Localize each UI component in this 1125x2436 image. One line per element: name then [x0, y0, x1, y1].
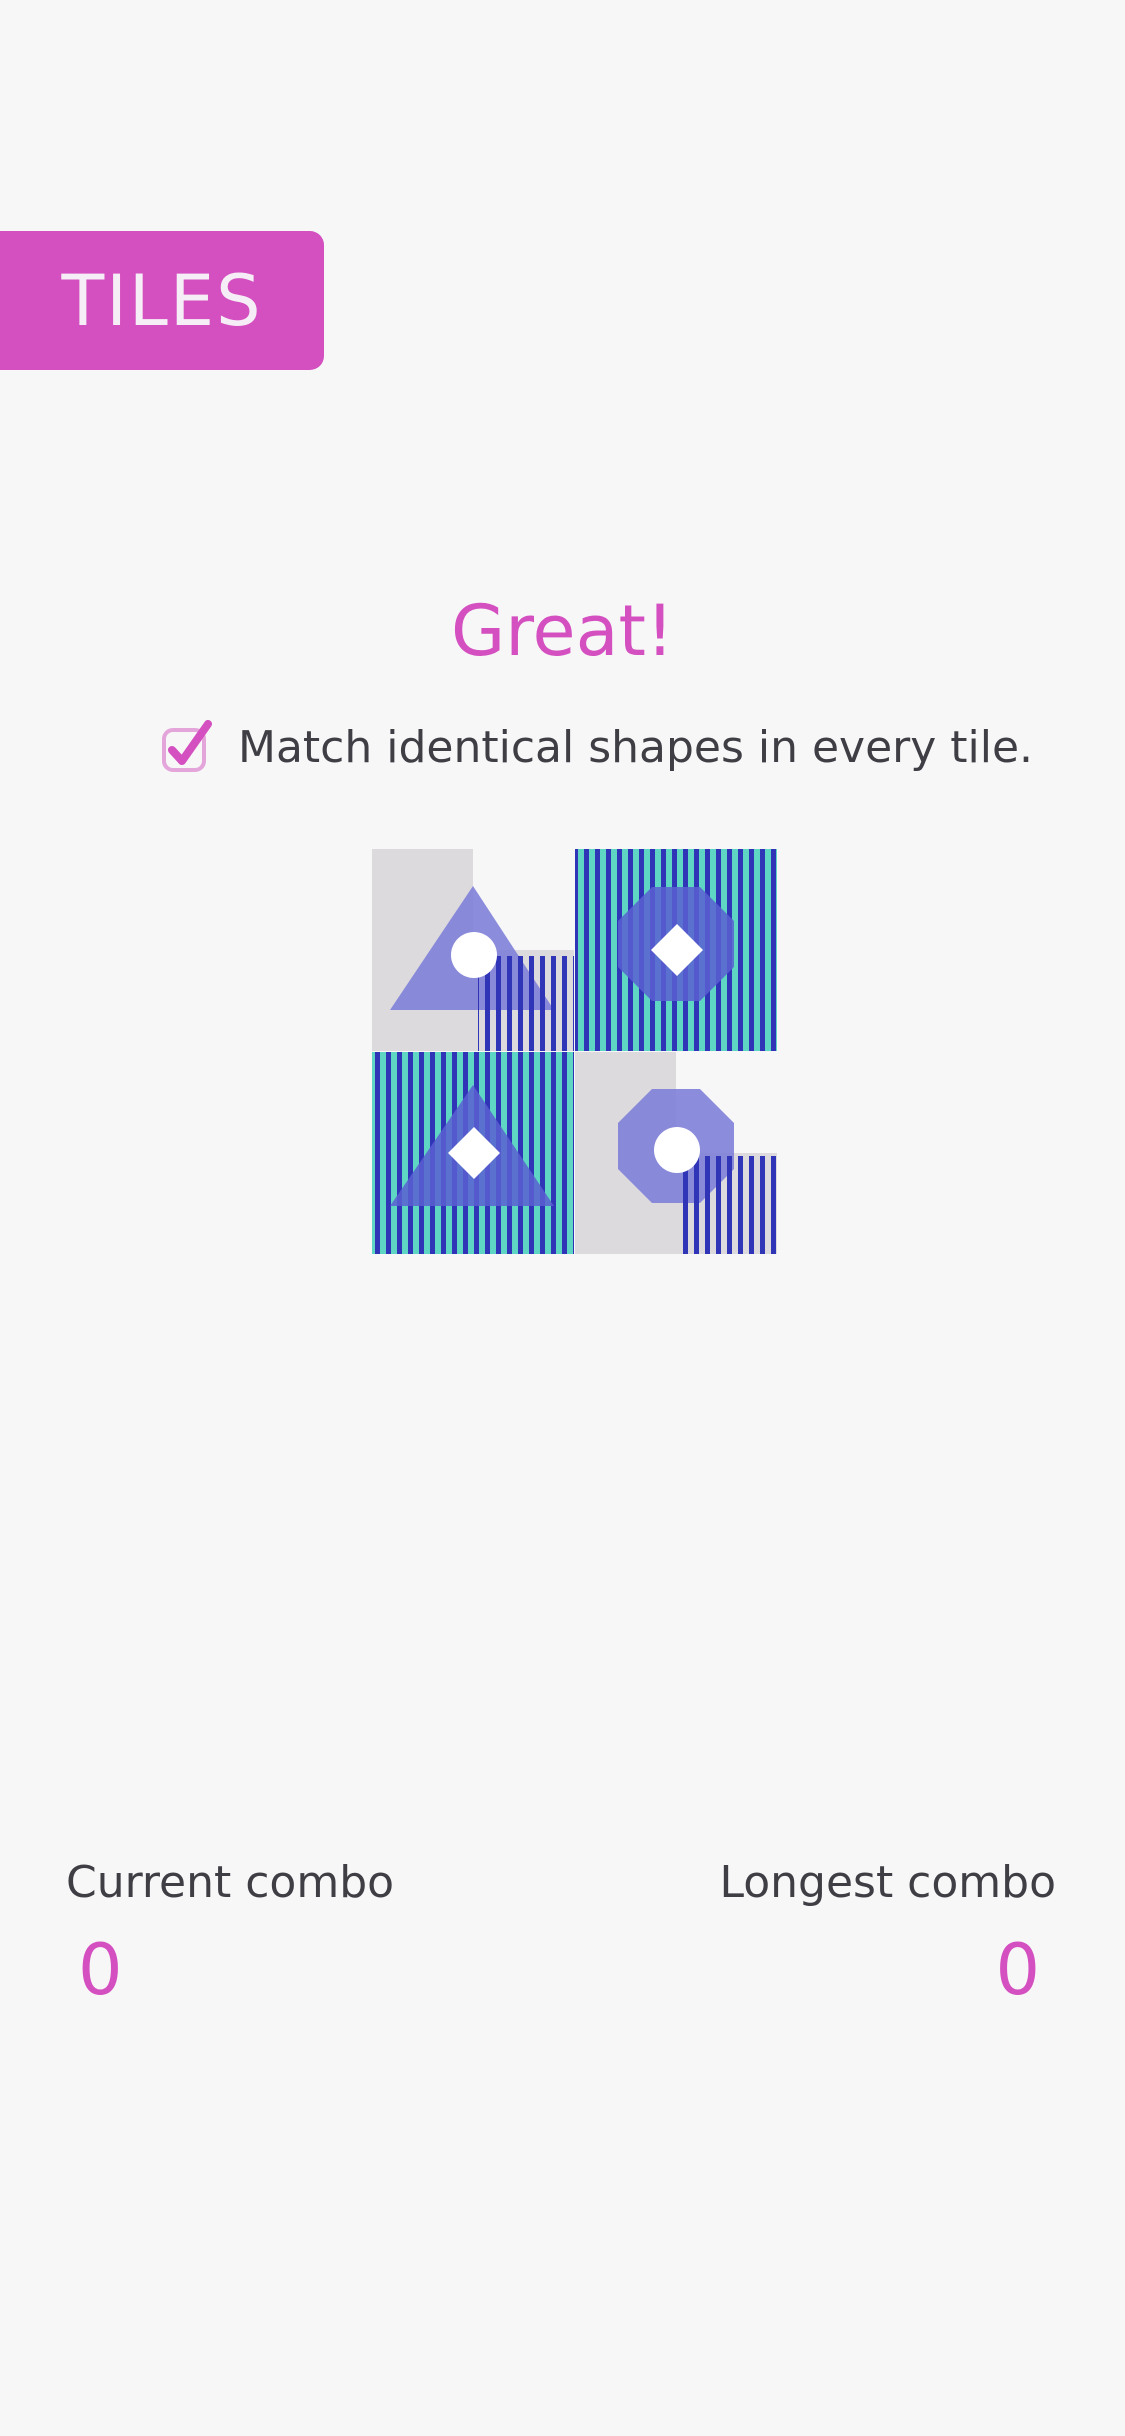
tile-board — [372, 849, 777, 1254]
stripes-shape — [679, 1156, 777, 1254]
current-combo-value: 0 — [78, 1929, 123, 2011]
longest-combo-value: 0 — [995, 1929, 1040, 2011]
checkbox-checked-icon — [162, 720, 212, 772]
instruction-text: Match identical shapes in every tile. — [238, 722, 1034, 773]
circle-shape — [654, 1127, 700, 1173]
tile-top-left[interactable] — [372, 849, 574, 1051]
status-message: Great! — [451, 590, 674, 672]
brand-label: TILES — [61, 259, 263, 342]
tile-top-right[interactable] — [575, 849, 777, 1051]
brand-badge: TILES — [0, 231, 324, 370]
tile-bottom-right[interactable] — [575, 1052, 777, 1254]
tile-bottom-left[interactable] — [372, 1052, 574, 1254]
instruction: Match identical shapes in every tile. — [160, 718, 1033, 778]
longest-combo-label: Longest combo — [719, 1857, 1056, 1908]
circle-shape — [451, 932, 497, 978]
current-combo-label: Current combo — [66, 1857, 395, 1908]
stripes-shape — [478, 956, 574, 1051]
